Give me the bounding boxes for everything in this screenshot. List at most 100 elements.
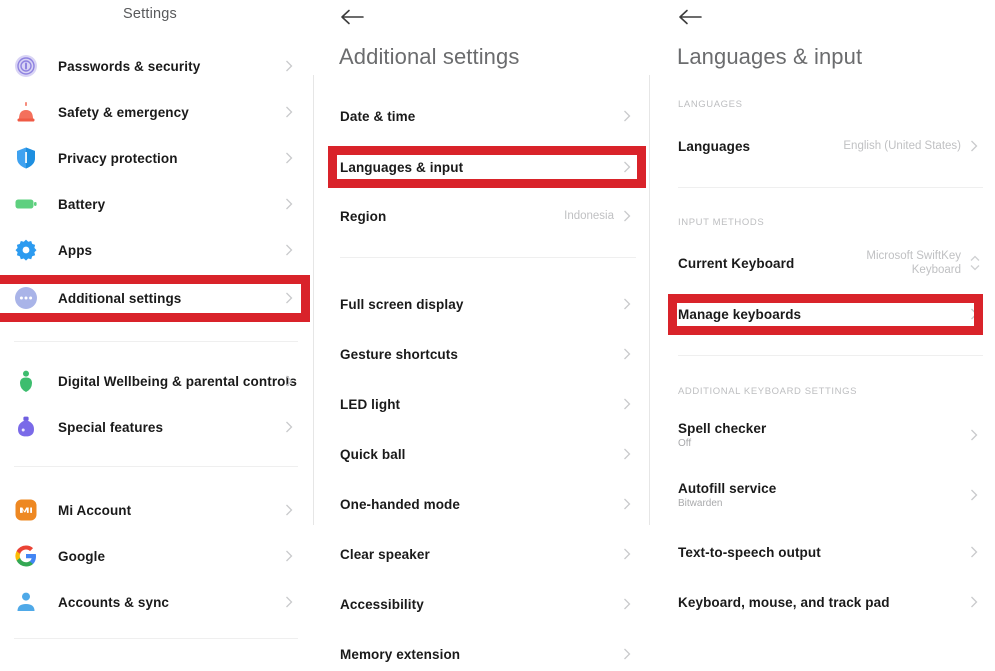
chevron-right-icon [620, 109, 634, 123]
chevron-right-icon [282, 59, 296, 73]
panel-divider-2 [649, 75, 650, 525]
chevron-right-icon [620, 297, 634, 311]
settings-item-label: Battery [58, 196, 106, 212]
google-icon [14, 544, 38, 568]
additional-item-led-light[interactable]: LED light [340, 384, 636, 424]
chevron-right-icon [620, 497, 634, 511]
settings-item-google[interactable]: Google [14, 536, 298, 576]
row-label: Memory extension [340, 646, 461, 662]
row-label: Accessibility [340, 596, 424, 612]
chevron-right-icon [967, 595, 981, 609]
chevron-right-icon [282, 503, 296, 517]
settings-item-digital-wellbeing[interactable]: Digital Wellbeing & parental controls [14, 361, 298, 401]
settings-item-additional-settings[interactable]: Additional settings [14, 278, 298, 318]
person-icon [14, 590, 38, 614]
settings-item-label: Privacy protection [58, 150, 178, 166]
row-text: Autofill service Bitwarden [678, 481, 776, 509]
additional-item-clear-speaker[interactable]: Clear speaker [340, 534, 636, 574]
settings-item-accounts-sync[interactable]: Accounts & sync [14, 582, 298, 622]
languages-item-languages[interactable]: Languages English (United States) [678, 126, 983, 166]
row-label: Gesture shortcuts [340, 346, 458, 362]
chevron-right-icon [620, 209, 634, 223]
row-label: Keyboard, mouse, and track pad [678, 594, 890, 610]
chevron-right-icon [282, 243, 296, 257]
screenshot-root: Settings Passwords & security Safety & e… [0, 0, 995, 671]
chevron-right-icon [282, 420, 296, 434]
row-label: Languages & input [340, 159, 464, 175]
chevron-up-down-icon [969, 252, 981, 274]
settings-item-label: Apps [58, 242, 93, 258]
siren-icon [14, 100, 38, 124]
list-divider [678, 187, 983, 188]
row-label: Spell checker [678, 421, 767, 436]
wellbeing-icon [14, 369, 38, 393]
languages-item-keyboard-mouse-trackpad[interactable]: Keyboard, mouse, and track pad [678, 582, 983, 622]
settings-item-passwords-security[interactable]: Passwords & security [14, 46, 298, 86]
row-label: LED light [340, 396, 401, 412]
settings-panel: Settings Passwords & security Safety & e… [0, 0, 312, 671]
page-title: Languages & input [677, 44, 863, 69]
gear-icon [14, 238, 38, 262]
section-header-additional-keyboard-settings: ADDITIONAL KEYBOARD SETTINGS [678, 386, 858, 397]
additional-settings-panel: Additional settings Date & time Language… [328, 0, 648, 671]
list-divider [340, 257, 636, 258]
chevron-right-icon [282, 549, 296, 563]
additional-item-memory-extension[interactable]: Memory extension [340, 634, 636, 671]
list-divider [14, 466, 298, 467]
special-features-icon [14, 415, 38, 439]
additional-item-quick-ball[interactable]: Quick ball [340, 434, 636, 474]
row-label: Manage keyboards [678, 306, 802, 322]
chevron-right-icon [620, 160, 634, 174]
settings-item-label: Safety & emergency [58, 104, 189, 120]
settings-item-label: Accounts & sync [58, 594, 170, 610]
chevron-right-icon [967, 139, 981, 153]
additional-item-languages-input[interactable]: Languages & input [340, 147, 636, 187]
chevron-right-icon [620, 397, 634, 411]
settings-item-special-features[interactable]: Special features [14, 407, 298, 447]
settings-item-label: Mi Account [58, 502, 132, 518]
row-value: Indonesia [564, 210, 614, 222]
settings-item-battery[interactable]: Battery [14, 184, 298, 224]
row-label: Full screen display [340, 296, 464, 312]
page-title: Settings [123, 6, 177, 22]
row-label: Date & time [340, 108, 416, 124]
chevron-right-icon [282, 595, 296, 609]
row-label: Text-to-speech output [678, 544, 821, 560]
languages-item-manage-keyboards[interactable]: Manage keyboards [678, 294, 983, 334]
row-label: Autofill service [678, 481, 777, 496]
list-divider [14, 341, 298, 342]
row-label: Region [340, 208, 387, 224]
additional-item-gesture-shortcuts[interactable]: Gesture shortcuts [340, 334, 636, 374]
back-arrow-icon[interactable] [340, 6, 366, 28]
more-dots-icon [14, 286, 38, 310]
settings-item-label: Passwords & security [58, 58, 201, 74]
list-divider [14, 638, 298, 639]
chevron-right-icon [967, 428, 981, 442]
languages-item-current-keyboard[interactable]: Current Keyboard Microsoft SwiftKey Keyb… [678, 243, 983, 283]
settings-item-apps[interactable]: Apps [14, 230, 298, 270]
additional-item-one-handed-mode[interactable]: One-handed mode [340, 484, 636, 524]
languages-item-text-to-speech-output[interactable]: Text-to-speech output [678, 532, 983, 572]
languages-input-panel: Languages & input LANGUAGES Languages En… [668, 0, 995, 671]
row-label: One-handed mode [340, 496, 461, 512]
back-arrow-icon[interactable] [678, 6, 704, 28]
additional-item-region[interactable]: Region Indonesia [340, 196, 636, 236]
additional-item-full-screen-display[interactable]: Full screen display [340, 284, 636, 324]
settings-item-mi-account[interactable]: Mi Account [14, 490, 298, 530]
chevron-right-icon [620, 597, 634, 611]
settings-item-label: Additional settings [58, 290, 182, 306]
chevron-right-icon [620, 647, 634, 661]
settings-item-privacy-protection[interactable]: Privacy protection [14, 138, 298, 178]
section-header-input-methods: INPUT METHODS [678, 217, 765, 228]
mi-account-icon [14, 498, 38, 522]
row-subtitle: Off [678, 438, 692, 449]
languages-item-spell-checker[interactable]: Spell checker Off [678, 415, 983, 455]
row-label: Current Keyboard [678, 255, 795, 271]
panel-divider-1 [313, 75, 314, 525]
fingerprint-icon [14, 54, 38, 78]
languages-item-autofill-service[interactable]: Autofill service Bitwarden [678, 475, 983, 515]
additional-item-date-time[interactable]: Date & time [340, 96, 636, 136]
additional-item-accessibility[interactable]: Accessibility [340, 584, 636, 624]
settings-item-safety-emergency[interactable]: Safety & emergency [14, 92, 298, 132]
page-title: Additional settings [339, 44, 520, 69]
